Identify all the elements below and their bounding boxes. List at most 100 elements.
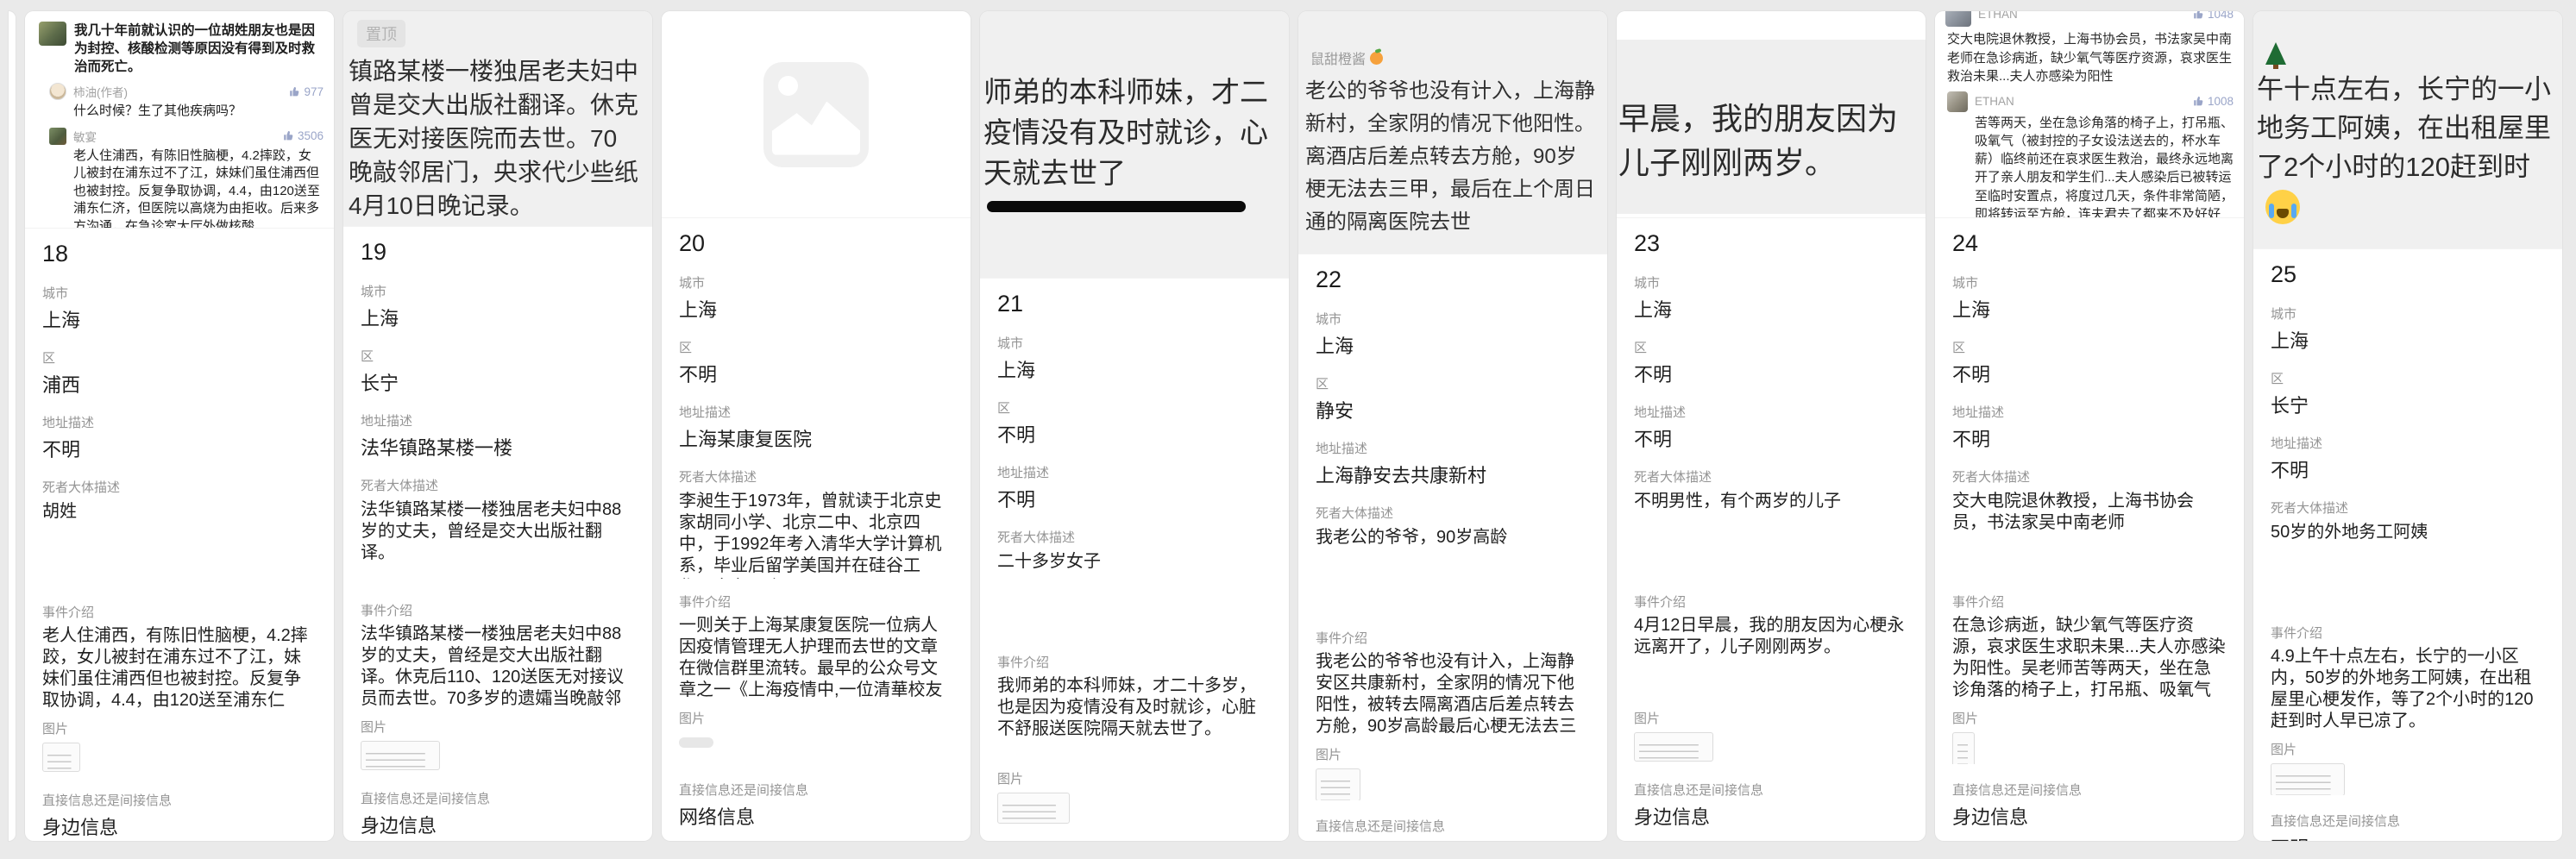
city-value: 上海 bbox=[997, 358, 1272, 384]
screenshot-text-line: 儿子刚刚两岁。 bbox=[1618, 141, 1926, 185]
field-label-district: 区 bbox=[679, 324, 953, 354]
username: ETHAN bbox=[1978, 11, 2018, 21]
field-label-city: 城市 bbox=[679, 260, 953, 290]
field-label-deceased: 死者大体描述 bbox=[361, 462, 635, 492]
field-label-deceased: 死者大体描述 bbox=[997, 514, 1272, 544]
field-label-address: 地址描述 bbox=[1634, 389, 1908, 419]
direct-value: 网络信息 bbox=[679, 805, 953, 831]
direct-value: 身边信息 bbox=[1634, 805, 1908, 831]
screenshot-text-line: 午十点左右，长宁的一小 bbox=[2257, 70, 2562, 109]
field-label-image: 图片 bbox=[1316, 736, 1590, 762]
screenshot-text-line: 医无对接医院而去世。70 bbox=[349, 122, 652, 155]
field-label-address: 地址描述 bbox=[679, 389, 953, 419]
field-label-event: 事件介绍 bbox=[997, 639, 1272, 669]
deceased-value: 50岁的外地务工阿姨 bbox=[2271, 522, 2545, 543]
deceased-value: 二十多岁女子 bbox=[997, 551, 1272, 573]
field-label-city: 城市 bbox=[2271, 291, 2545, 321]
event-value: 4.9上午十点左右，长宁的一小区内，50岁的外地务工阿姨，在出租屋里心梗发作，等… bbox=[2271, 646, 2545, 730]
address-value: 不明 bbox=[2271, 458, 2545, 484]
city-value: 上海 bbox=[2271, 329, 2545, 354]
screenshot-text-line: 天就去世了 bbox=[983, 153, 1289, 193]
attachment-thumbnail[interactable] bbox=[1316, 768, 1360, 800]
card-25[interactable]: 午十点左右，长宁的一小 地务工阿姨，在出租屋里 了2个小时的120赶到时 25 … bbox=[2253, 11, 2562, 841]
field-label-direct: 直接信息还是间接信息 bbox=[679, 764, 953, 797]
field-label-deceased: 死者大体描述 bbox=[42, 464, 317, 494]
reply-text: 什么时候？生了其他疾病吗？ bbox=[49, 103, 324, 121]
avatar bbox=[49, 83, 66, 100]
field-label-image: 图片 bbox=[2271, 730, 2545, 756]
screenshot-text-line: 4月10日晚记录。 bbox=[349, 189, 652, 223]
event-value: 4月12日早晨，我的朋友因为心梗永远离开了，儿子刚刚两岁。 bbox=[1634, 615, 1908, 658]
field-label-image: 图片 bbox=[42, 710, 317, 736]
card-number: 21 bbox=[997, 291, 1272, 320]
card-24[interactable]: ETHAN 1048 交大电院退休教授，上海书协会员，书法家吴中南老师在急诊病逝… bbox=[1935, 11, 2244, 841]
deceased-value: 我老公的爷爷，90岁高龄 bbox=[1316, 527, 1590, 549]
field-label-address: 地址描述 bbox=[2271, 420, 2545, 450]
city-value: 上海 bbox=[42, 308, 317, 334]
screenshot-text-line: 晚敲邻居门，央求代少些纸 bbox=[349, 155, 652, 189]
field-label-deceased: 死者大体描述 bbox=[2271, 485, 2545, 515]
field-label-direct: 直接信息还是间接信息 bbox=[1952, 764, 2227, 797]
attachment-thumbnail[interactable] bbox=[42, 743, 80, 772]
district-value: 长宁 bbox=[2271, 393, 2545, 419]
field-label-address: 地址描述 bbox=[1316, 425, 1590, 455]
username: ETHAN bbox=[1975, 95, 2014, 108]
post-text: 我几十年前就认识的一位胡姓朋友也是因为封控、核酸检测等原因没有得到及时救治而死亡… bbox=[74, 22, 324, 76]
field-label-address: 地址描述 bbox=[42, 399, 317, 430]
avatar bbox=[1945, 11, 1971, 27]
event-value: 我师弟的本科师妹，才二十多岁，也是因为疫情没有及时就诊，心脏不舒服送医院隔天就去… bbox=[997, 675, 1272, 740]
field-label-city: 城市 bbox=[1316, 296, 1590, 326]
reply-text: 苦等两天，坐在急诊角落的椅子上，打吊瓶、吸氧气（被封控的子女设法送去的，杯水车薪… bbox=[1945, 114, 2234, 219]
field-label-city: 城市 bbox=[997, 320, 1272, 350]
district-value: 长宁 bbox=[361, 371, 635, 397]
screenshot-text-line: 早晨，我的朋友因为 bbox=[1618, 97, 1926, 141]
attachment-thumbnail[interactable] bbox=[1952, 732, 1975, 764]
orange-fruit-icon bbox=[1370, 52, 1383, 65]
district-value: 不明 bbox=[1634, 362, 1908, 388]
card-number: 18 bbox=[42, 241, 317, 270]
partial-card-edge bbox=[9, 11, 16, 841]
card-19[interactable]: 置顶 镇路某楼一楼独居老夫妇中 曾是交大出版社翻译。休克 医无对接医院而去世。7… bbox=[343, 11, 652, 841]
card-22[interactable]: 鼠甜橙酱 老公的爷爷也没有计入，上海静 新村，全家阴的情况下他阳性。 离酒店后差… bbox=[1298, 11, 1607, 841]
screenshot-text-line: 曾是交大出版社翻译。休克 bbox=[349, 88, 652, 122]
field-label-district: 区 bbox=[1634, 324, 1908, 354]
card-18[interactable]: 我几十年前就认识的一位胡姓朋友也是因为封控、核酸检测等原因没有得到及时救治而死亡… bbox=[25, 11, 334, 841]
district-value: 静安 bbox=[1316, 398, 1590, 424]
address-value: 上海静安去共康新村 bbox=[1316, 463, 1590, 489]
field-label-direct: 直接信息还是间接信息 bbox=[2271, 795, 2545, 828]
thumbs-up-icon bbox=[2193, 11, 2204, 20]
field-label-direct: 直接信息还是间接信息 bbox=[361, 773, 635, 806]
city-value: 上海 bbox=[1634, 298, 1908, 323]
field-label-direct: 直接信息还是间接信息 bbox=[997, 825, 1272, 841]
city-value: 上海 bbox=[1316, 334, 1590, 360]
screenshot-text-line: 了2个小时的120赶到时 bbox=[2257, 147, 2562, 186]
attachment-thumbnail[interactable] bbox=[679, 737, 713, 748]
card-23[interactable]: 早晨，我的朋友因为 儿子刚刚两岁。 23 城市上海 区不明 地址描述不明 死者大… bbox=[1617, 11, 1926, 841]
address-value: 不明 bbox=[1952, 427, 2227, 453]
screenshot-text-line: 疫情没有及时就诊，心 bbox=[983, 112, 1289, 153]
field-label-deceased: 死者大体描述 bbox=[1316, 490, 1590, 520]
field-label-event: 事件介绍 bbox=[1634, 579, 1908, 609]
screenshot-text-line: 地务工阿姨，在出租屋里 bbox=[2257, 109, 2562, 147]
card-25-cover-screenshot: 午十点左右，长宁的一小 地务工阿姨，在出租屋里 了2个小时的120赶到时 bbox=[2253, 11, 2562, 249]
card-24-cover-screenshot: ETHAN 1048 交大电院退休教授，上海书协会员，书法家吴中南老师在急诊病逝… bbox=[1935, 11, 2244, 218]
field-label-address: 地址描述 bbox=[1952, 389, 2227, 419]
card-number: 19 bbox=[361, 239, 635, 268]
attachment-thumbnail[interactable] bbox=[2271, 763, 2345, 795]
field-label-event: 事件介绍 bbox=[361, 587, 635, 618]
screenshot-text-line: 离酒店后差点转去方舱，90岁 bbox=[1305, 141, 1607, 173]
field-label-address: 地址描述 bbox=[361, 398, 635, 428]
screenshot-text-line: 新村，全家阴的情况下他阳性。 bbox=[1305, 108, 1607, 141]
direct-value: 身边信息 bbox=[42, 815, 317, 841]
username: 敏宴 bbox=[73, 128, 97, 145]
attachment-thumbnail[interactable] bbox=[997, 793, 1070, 824]
card-21[interactable]: 师弟的本科师妹，才二 疫情没有及时就诊，心 天就去世了 21 城市上海 区不明 … bbox=[980, 11, 1289, 841]
field-label-deceased: 死者大体描述 bbox=[1634, 454, 1908, 484]
attachment-thumbnail[interactable] bbox=[1634, 732, 1713, 762]
card-20[interactable]: 20 城市上海 区不明 地址描述上海某康复医院 死者大体描述李昶生于1973年，… bbox=[662, 11, 971, 841]
city-value: 上海 bbox=[679, 298, 953, 323]
address-value: 不明 bbox=[42, 437, 317, 463]
field-label-event: 事件介绍 bbox=[679, 579, 953, 609]
field-label-event: 事件介绍 bbox=[1316, 615, 1590, 645]
attachment-thumbnail[interactable] bbox=[361, 741, 440, 770]
